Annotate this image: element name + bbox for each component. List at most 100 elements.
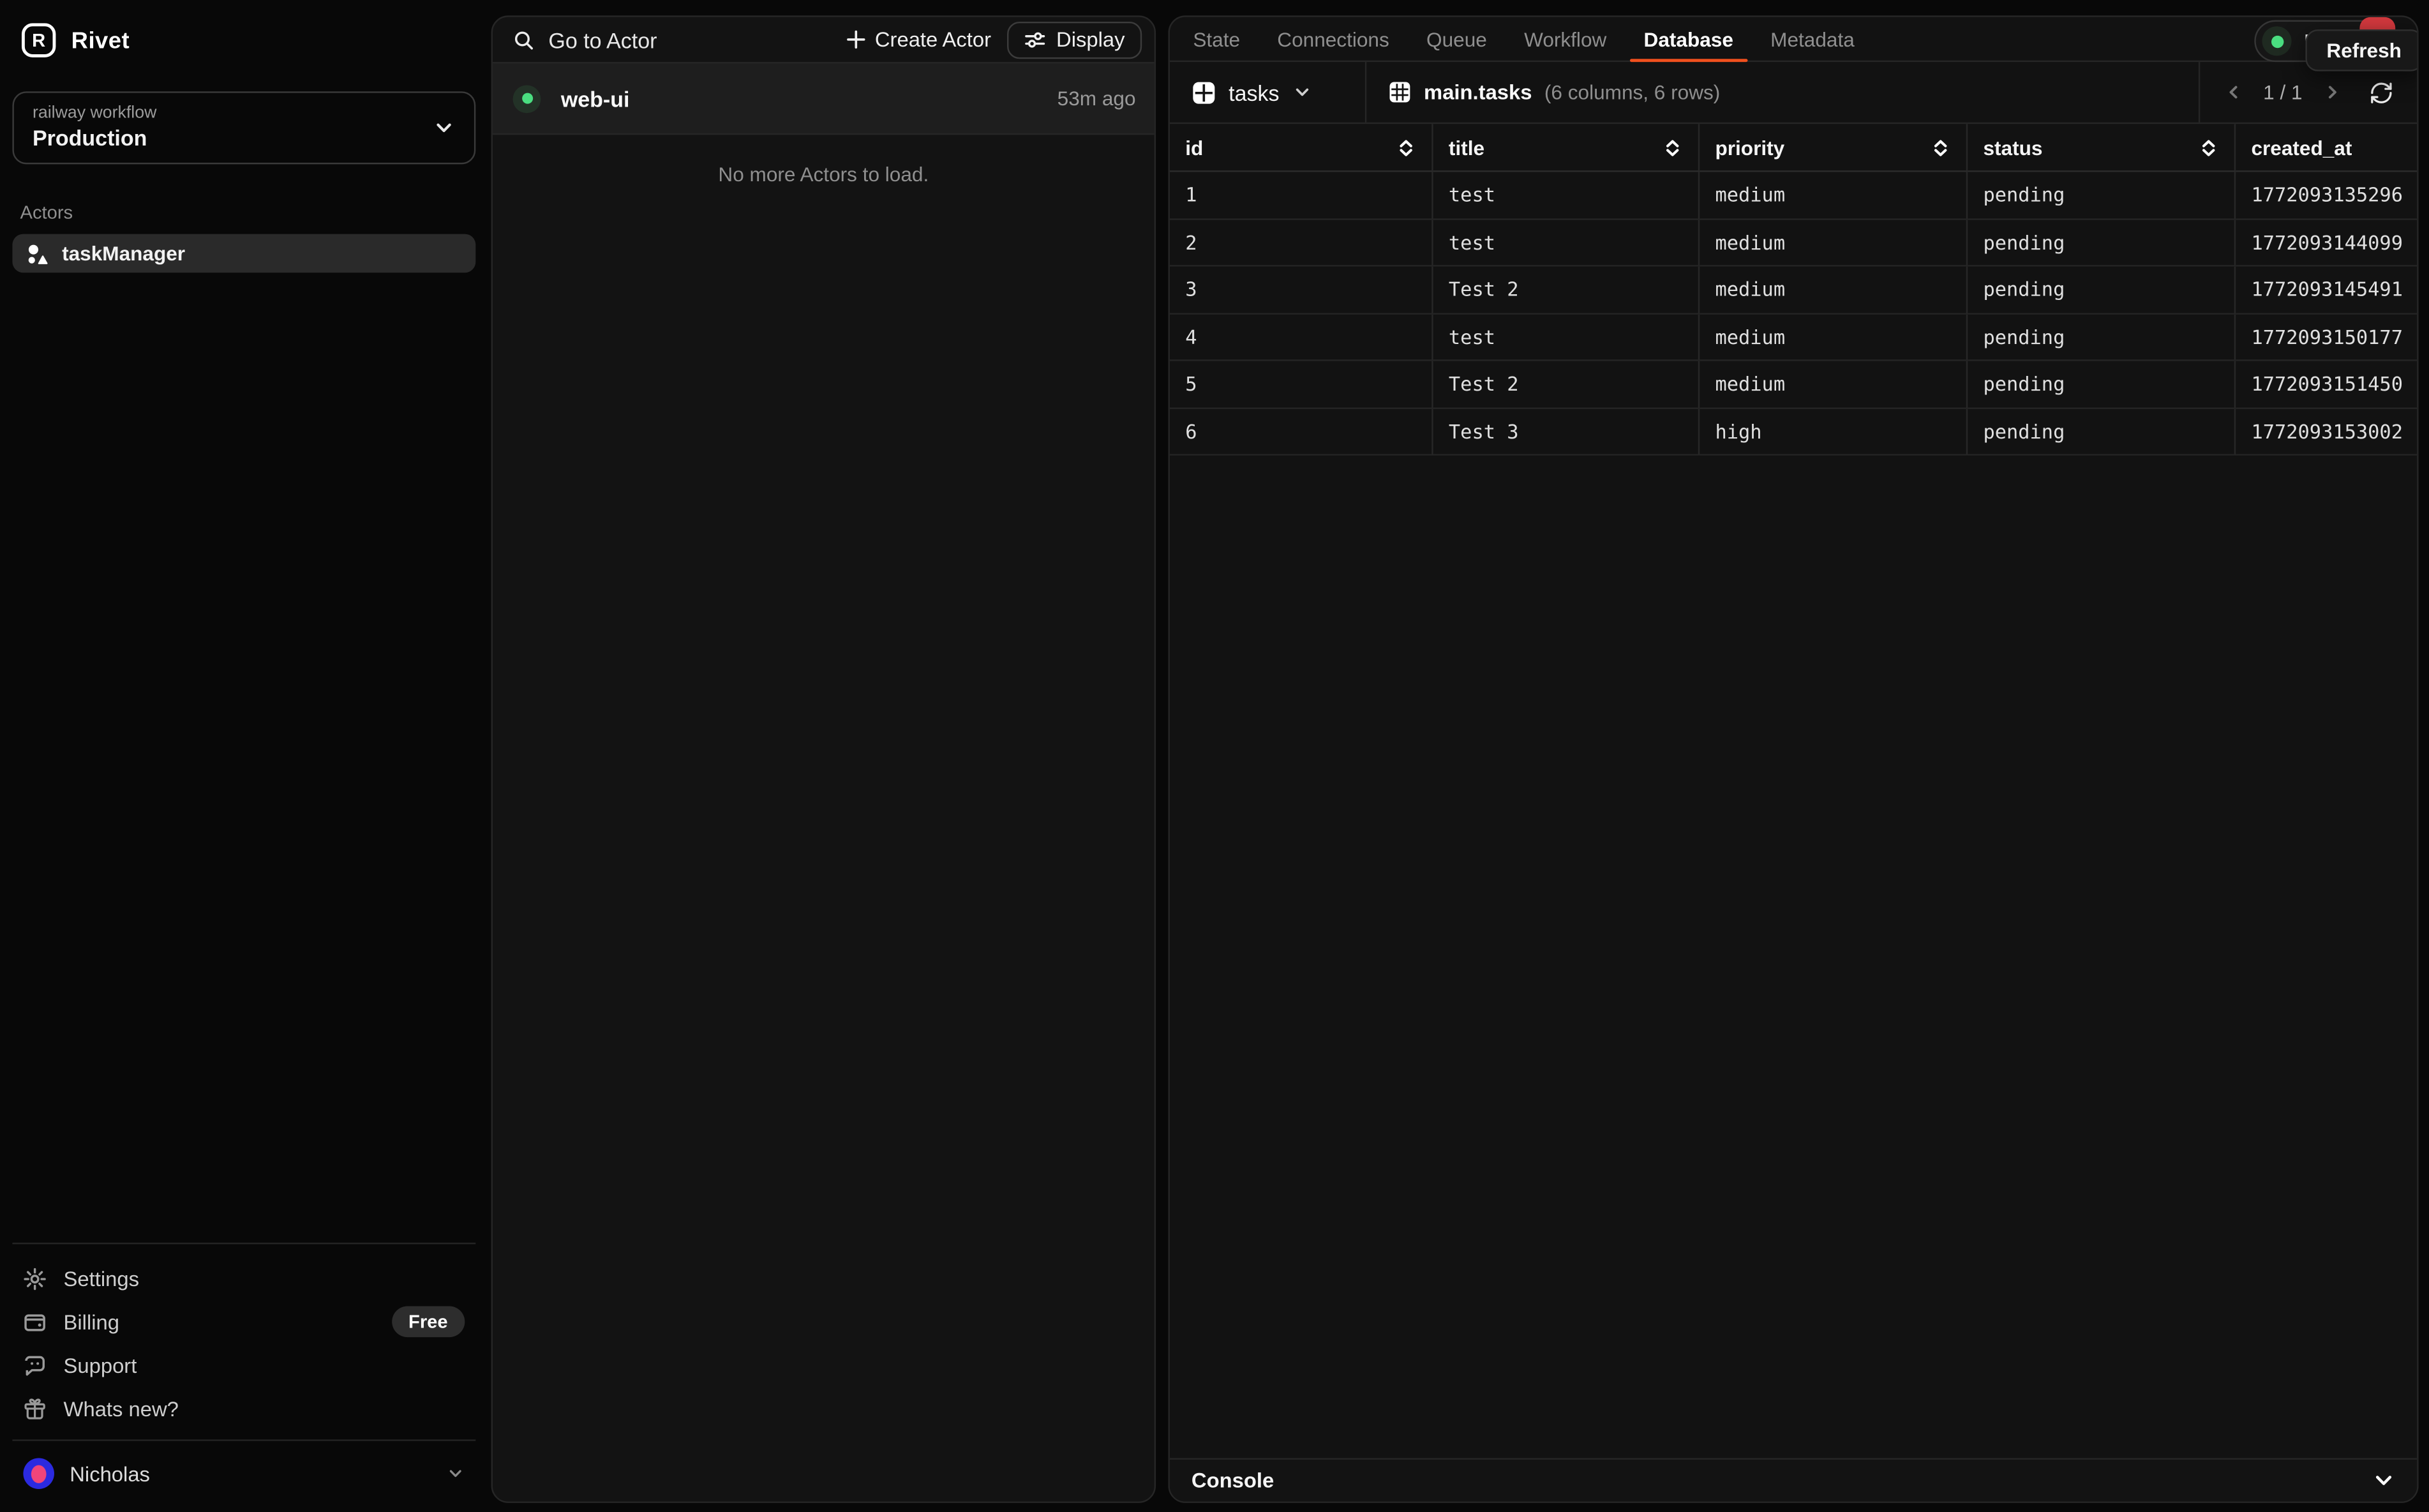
column-header-id[interactable]: id [1170, 124, 1433, 172]
go-to-actor-search[interactable]: Go to Actor [513, 27, 846, 52]
actor-status-indicator [513, 84, 541, 112]
actor-rows: web-ui53m ago [493, 64, 1155, 135]
column-header-status[interactable]: status [1968, 124, 2236, 172]
table-row: 2testmediumpending1772093144099 [1170, 220, 2417, 267]
sidebar-item-billing[interactable]: BillingFree [12, 1300, 475, 1344]
table-cell[interactable]: high [1700, 408, 1968, 456]
wallet-icon [23, 1310, 46, 1333]
table-selector-dropdown[interactable]: tasks [1170, 62, 1366, 123]
table-cell[interactable]: medium [1700, 172, 1968, 219]
table-cell[interactable]: 3 [1170, 267, 1433, 314]
next-page-button[interactable] [2322, 82, 2343, 103]
table-cell[interactable]: 1772093150177 [2236, 314, 2417, 361]
sidebar-item-support[interactable]: Support [12, 1344, 475, 1387]
actor-list-item[interactable]: web-ui53m ago [493, 64, 1155, 135]
table-body: 1testmediumpending17720931352962testmedi… [1170, 172, 2417, 455]
table-cell[interactable]: 1772093144099 [2236, 220, 2417, 267]
table-meta: (6 columns, 6 rows) [1544, 80, 1720, 103]
sidebar-item-whats-new-[interactable]: Whats new? [12, 1387, 475, 1430]
create-actor-button[interactable]: Create Actor [846, 28, 991, 51]
tab-connections[interactable]: Connections [1263, 17, 1403, 61]
column-label: priority [1715, 135, 1784, 158]
table-cell[interactable]: 5 [1170, 361, 1433, 408]
tab-metadata[interactable]: Metadata [1756, 17, 1868, 61]
column-header-priority[interactable]: priority [1700, 124, 1968, 172]
sort-icon[interactable] [1650, 137, 1683, 158]
table-cell[interactable]: Test 2 [1433, 267, 1700, 314]
table-cell[interactable]: 1772093135296 [2236, 172, 2417, 219]
table-cell[interactable]: test [1433, 314, 1700, 361]
sidebar-item-taskManager[interactable]: taskManager [12, 234, 475, 273]
table-cell[interactable]: medium [1700, 361, 1968, 408]
table-cell[interactable]: 1772093151450 [2236, 361, 2417, 408]
table-cell[interactable]: medium [1700, 220, 1968, 267]
tab-workflow[interactable]: Workflow [1510, 17, 1620, 61]
sort-icon[interactable] [1918, 137, 1950, 158]
table-row: 6Test 3highpending1772093153002 [1170, 408, 2417, 456]
table-row: 5Test 2mediumpending1772093151450 [1170, 361, 2417, 408]
actor-last-started: 53m ago [1058, 87, 1136, 110]
tab-label: State [1193, 27, 1240, 50]
tab-label: Metadata [1770, 27, 1855, 50]
sort-icon[interactable] [2186, 137, 2218, 158]
search-icon [513, 29, 535, 50]
table-cell[interactable]: pending [1968, 267, 2236, 314]
table-row: 4testmediumpending1772093150177 [1170, 314, 2417, 361]
table-cell[interactable]: pending [1968, 408, 2236, 456]
sidebar-item-label: Settings [64, 1267, 139, 1290]
table-cell[interactable]: 1772093145491 [2236, 267, 2417, 314]
table-cell[interactable]: 6 [1170, 408, 1433, 456]
avatar [23, 1458, 54, 1489]
sidebar-item-label: Billing [64, 1310, 119, 1333]
tab-queue[interactable]: Queue [1412, 17, 1500, 61]
table-cell[interactable]: Test 2 [1433, 361, 1700, 408]
table-cell[interactable]: medium [1700, 267, 1968, 314]
sort-icon[interactable] [1384, 137, 1416, 158]
sidebar-item-label: Whats new? [64, 1397, 179, 1420]
sidebar-item-settings[interactable]: Settings [12, 1257, 475, 1300]
page-indicator: 1 / 1 [2263, 80, 2302, 103]
spreadsheet-grid-icon [1388, 80, 1411, 103]
actor-list-panel: Go to Actor Create Actor [491, 15, 1156, 1503]
refresh-table-button[interactable] [2369, 80, 2394, 105]
table-cell[interactable]: 2 [1170, 220, 1433, 267]
tab-state[interactable]: State [1179, 17, 1253, 61]
environment-selector[interactable]: railway workflow Production [12, 91, 475, 164]
database-toolbar: tasks main.tasks (6 columns, 6 rows) 1 /… [1170, 62, 2417, 124]
table-cell[interactable]: pending [1968, 361, 2236, 408]
table-cell[interactable]: test [1433, 172, 1700, 219]
detail-tabbar: State ConnectionsQueue Workflow Database Met… [1170, 17, 2417, 62]
table-cell[interactable]: Test 3 [1433, 408, 1700, 456]
tab-database[interactable]: Database [1630, 17, 1747, 61]
table-cell[interactable]: test [1433, 220, 1700, 267]
display-button[interactable]: Display [1006, 21, 1142, 58]
chevron-down-icon [1292, 82, 1312, 103]
table-cell[interactable]: 1772093153002 [2236, 408, 2417, 456]
table-cell[interactable]: pending [1968, 220, 2236, 267]
brand-header[interactable]: R Rivet [12, 0, 475, 57]
database-table: idtitleprioritystatuscreated_at 1testmed… [1170, 124, 2417, 456]
refresh-tooltip: Refresh [2305, 29, 2418, 71]
column-label: id [1185, 135, 1203, 158]
console-toggle[interactable]: Console [1170, 1458, 2417, 1501]
column-header-title[interactable]: title [1433, 124, 1700, 172]
prev-page-button[interactable] [2223, 82, 2243, 103]
chevron-down-icon [446, 1464, 465, 1483]
table-cell[interactable]: 4 [1170, 314, 1433, 361]
running-status-dot [2271, 35, 2283, 47]
table-cell[interactable]: medium [1700, 314, 1968, 361]
tab-label: Database [1644, 27, 1733, 50]
table-grid-icon [1192, 80, 1216, 105]
table-cell[interactable]: 1 [1170, 172, 1433, 219]
user-menu[interactable]: Nicholas [12, 1441, 475, 1512]
tab-label: Workflow [1524, 27, 1606, 50]
table-header-cells: id title priority status created_at [1170, 124, 2417, 172]
table-cell[interactable]: pending [1968, 314, 2236, 361]
column-label: created_at [2251, 135, 2352, 158]
table-cell[interactable]: pending [1968, 172, 2236, 219]
actors-section-label: Actors [20, 202, 468, 223]
sidebar: R Rivet railway workflow Production Acto… [0, 0, 488, 1512]
chat-icon [23, 1354, 46, 1377]
table-row: 3Test 2mediumpending1772093145491 [1170, 267, 2417, 314]
column-header-created_at[interactable]: created_at [2236, 124, 2417, 172]
